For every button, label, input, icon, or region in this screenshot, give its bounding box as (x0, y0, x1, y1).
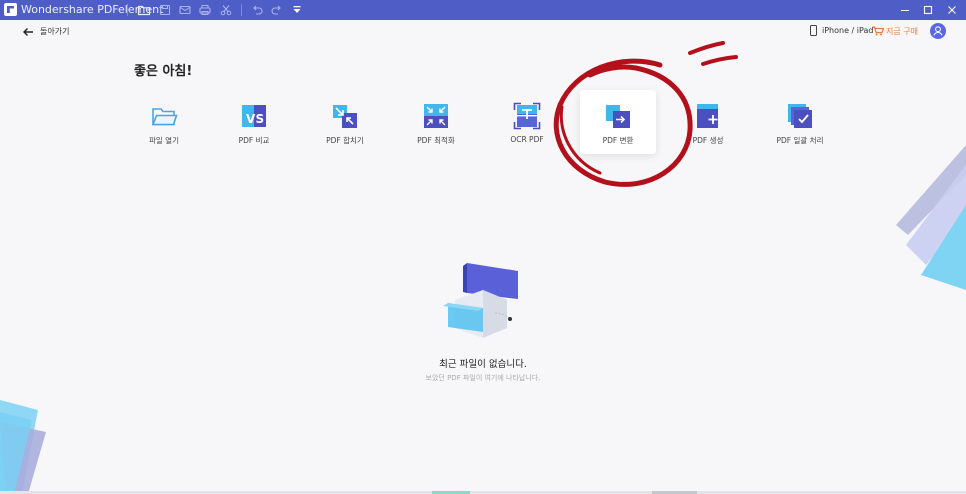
tool-convert[interactable]: PDF 변환 (580, 90, 656, 154)
decorative-shapes-right (896, 145, 966, 290)
tool-label: PDF 변환 (602, 136, 634, 145)
empty-files-illustration (443, 263, 518, 338)
phone-icon[interactable] (810, 25, 817, 36)
tool-label: PDF 생성 (692, 136, 724, 145)
greeting-title: 좋은 아침! (134, 64, 193, 79)
tool-label: PDF 최적화 (417, 136, 455, 145)
pdfelement-logo-icon (4, 3, 17, 16)
create-icon (694, 102, 722, 130)
user-avatar[interactable] (930, 23, 946, 39)
tool-label: OCR PDF (510, 135, 544, 144)
tool-compare[interactable]: VS PDF 비교 (216, 90, 292, 154)
toolbar-divider (127, 4, 128, 16)
user-icon (933, 26, 943, 36)
empty-state-subtitle: 보았던 PDF 파일이 여기에 나타납니다. (425, 374, 541, 382)
buy-now-link[interactable]: 지금 구매 (886, 26, 918, 37)
batch-icon (786, 102, 814, 130)
tool-open-file[interactable]: 파일 열기 (126, 90, 202, 154)
home-topbar: 돌아가기 iPhone / iPad 지금 구매 (0, 20, 966, 42)
cut-icon[interactable] (219, 3, 233, 17)
maximize-icon[interactable] (920, 2, 936, 18)
decorative-shapes-left (0, 400, 46, 494)
convert-icon (604, 102, 632, 130)
back-arrow-icon (23, 28, 33, 36)
tool-optimize[interactable]: PDF 최적화 (398, 90, 474, 154)
svg-text:S: S (256, 112, 265, 126)
open-folder-icon (150, 102, 178, 130)
optimize-icon (422, 102, 450, 130)
mail-icon[interactable] (178, 3, 192, 17)
combine-icon (331, 102, 359, 130)
minimize-icon[interactable] (897, 2, 913, 18)
redo-icon[interactable] (270, 3, 284, 17)
cart-icon[interactable] (872, 26, 884, 36)
tool-label: 파일 열기 (149, 136, 179, 145)
folder-icon[interactable] (137, 3, 151, 17)
save-icon[interactable] (158, 3, 172, 17)
print-icon[interactable] (198, 3, 212, 17)
tool-combine[interactable]: PDF 합치기 (307, 90, 383, 154)
toolbar-divider (241, 4, 242, 16)
tool-batch[interactable]: PDF 일괄 처리 (762, 90, 838, 154)
close-icon[interactable] (944, 2, 960, 18)
iphone-ipad-link[interactable]: iPhone / iPad (822, 26, 873, 35)
undo-icon[interactable] (250, 3, 264, 17)
compare-vs-icon: VS (240, 102, 268, 130)
title-bar: Wondershare PDFelement (0, 0, 966, 20)
svg-text:V: V (246, 112, 256, 126)
tool-create[interactable]: PDF 생성 (670, 90, 746, 154)
ocr-icon (513, 102, 541, 130)
tool-label: PDF 비교 (238, 136, 270, 145)
tool-label: PDF 일괄 처리 (776, 136, 824, 145)
empty-state-title: 최근 파일이 없습니다. (439, 359, 527, 370)
back-label: 돌아가기 (40, 27, 70, 36)
tool-ocr[interactable]: OCR PDF (489, 90, 565, 154)
tool-label: PDF 합치기 (326, 136, 364, 145)
dropdown-icon[interactable] (290, 3, 304, 17)
